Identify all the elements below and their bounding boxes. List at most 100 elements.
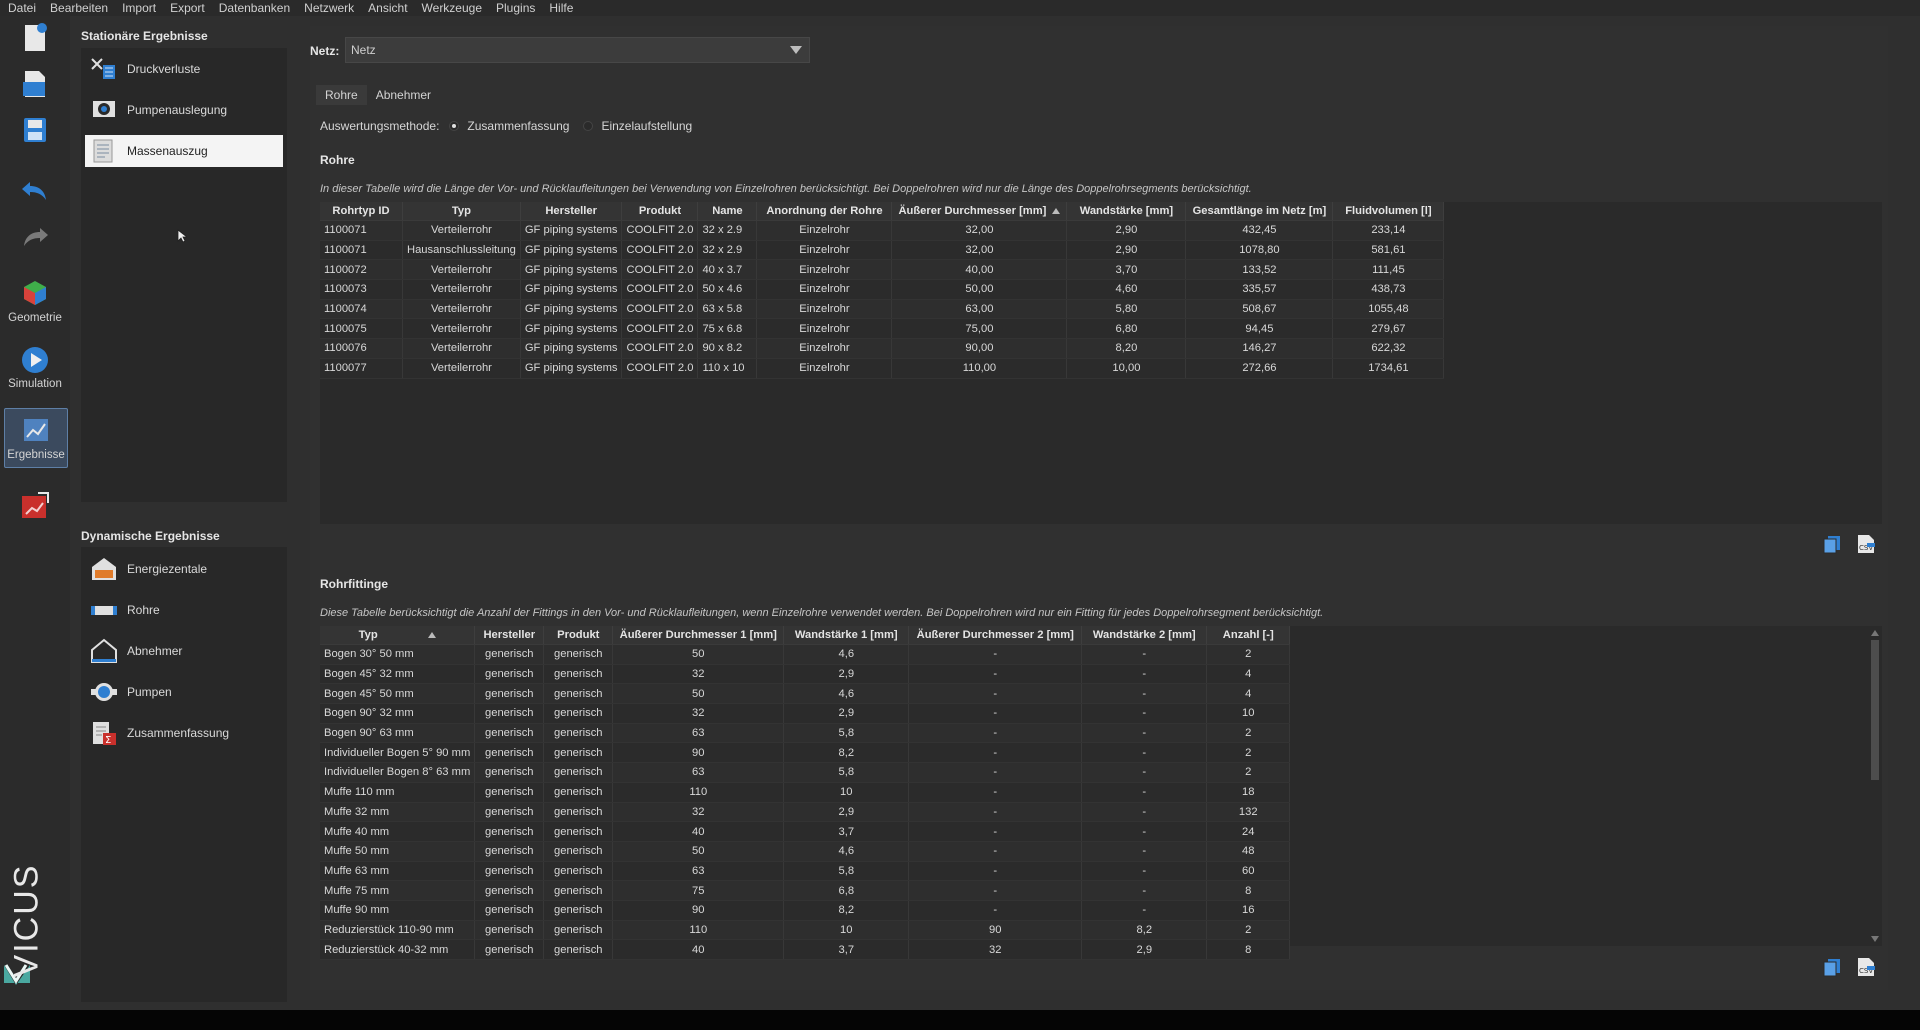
geometry-button[interactable]: Geometrie bbox=[4, 278, 66, 324]
col-wandstaerke[interactable]: Wandstärke [mm] bbox=[1066, 202, 1187, 221]
menu-netzwerk[interactable]: Netzwerk bbox=[297, 0, 361, 16]
table-row[interactable]: 1100074 Verteilerrohr GF piping systems COO… bbox=[320, 299, 1445, 320]
tab-abnehmer[interactable]: Abnehmer bbox=[367, 85, 440, 105]
radio-einzelaufstellung[interactable] bbox=[583, 121, 594, 131]
pipes-csv-export-button[interactable]: CSV bbox=[1853, 531, 1879, 557]
table-row[interactable]: Muffe 32 mm generisch generisch 32 2,9- -132 bbox=[320, 802, 1291, 823]
scroll-up-icon[interactable] bbox=[1871, 630, 1879, 636]
table-row[interactable]: Muffe 50 mm generisch generisch 50 4,6- -48 bbox=[320, 841, 1291, 862]
nav-abnehmer[interactable]: Abnehmer bbox=[85, 635, 283, 667]
fittings-cell: 2 bbox=[1206, 644, 1291, 665]
network-select[interactable]: Netz bbox=[345, 37, 810, 63]
table-row[interactable]: 1100071 Verteilerrohr GF piping systems COO… bbox=[320, 220, 1445, 241]
pipes-cell: 622,32 bbox=[1332, 338, 1445, 359]
undo-button[interactable] bbox=[4, 176, 66, 206]
pipes-cell: GF piping systems bbox=[520, 240, 623, 261]
col-fitting-durchmesser-1[interactable]: Äußerer Durchmesser 1 [mm] bbox=[612, 626, 785, 645]
pipes-copy-button[interactable] bbox=[1819, 531, 1845, 557]
nav-pumpenauslegung[interactable]: Pumpenauslegung bbox=[85, 94, 283, 126]
menu-bearbeiten[interactable]: Bearbeiten bbox=[43, 0, 115, 16]
col-fitting-durchmesser-2[interactable]: Äußerer Durchmesser 2 [mm] bbox=[908, 626, 1083, 645]
menu-hilfe[interactable]: Hilfe bbox=[542, 0, 580, 16]
col-name[interactable]: Name bbox=[697, 202, 758, 221]
pipes-cell: 40,00 bbox=[891, 259, 1068, 281]
menu-ansicht[interactable]: Ansicht bbox=[361, 0, 414, 16]
col-fitting-wandstaerke-1[interactable]: Wandstärke 1 [mm] bbox=[783, 626, 910, 645]
table-row[interactable]: Bogen 45° 50 mm generisch generisch 50 4,6- -… bbox=[320, 683, 1291, 705]
col-typ[interactable]: Typ bbox=[402, 202, 521, 221]
menu-datei[interactable]: Datei bbox=[0, 0, 43, 16]
col-gesamtlaenge[interactable]: Gesamtlänge im Netz [m] bbox=[1185, 202, 1334, 221]
table-row[interactable]: 1100077 Verteilerrohr GF piping systems COO… bbox=[320, 358, 1445, 379]
table-row[interactable]: Muffe 90 mm generisch generisch 90 8,2- -16 bbox=[320, 900, 1291, 921]
table-row[interactable]: Reduzierstück 110-90 mm generisch generisc… bbox=[320, 920, 1291, 941]
nav-rohre[interactable]: Rohre bbox=[85, 594, 283, 626]
menu-werkzeuge[interactable]: Werkzeuge bbox=[415, 0, 489, 16]
col-fitting-anzahl[interactable]: Anzahl [-] bbox=[1206, 626, 1291, 645]
menu-datenbanken[interactable]: Datenbanken bbox=[212, 0, 297, 16]
col-aeusserer-durchmesser[interactable]: Äußerer Durchmesser [mm] bbox=[891, 202, 1068, 221]
table-row[interactable]: Muffe 110 mm generisch generisch 110 10- -18 bbox=[320, 782, 1291, 803]
simulation-icon bbox=[22, 347, 48, 373]
table-row[interactable]: 1100075 Verteilerrohr GF piping systems COO… bbox=[320, 318, 1445, 340]
pipes-cell: Verteilerrohr bbox=[402, 259, 521, 281]
nav-energiezentale[interactable]: Energiezentale bbox=[85, 553, 283, 585]
menu-import[interactable]: Import bbox=[115, 0, 163, 16]
redo-button[interactable] bbox=[4, 222, 66, 252]
col-fluidvolumen[interactable]: Fluidvolumen [l] bbox=[1332, 202, 1445, 221]
table-row[interactable]: Individueller Bogen 5° 90 mm generisch gen… bbox=[320, 742, 1291, 764]
table-row[interactable]: Bogen 30° 50 mm generisch generisch 50 4,6- -… bbox=[320, 644, 1291, 665]
pipes-cell: COOLFIT 2.0 bbox=[621, 358, 699, 379]
table-row[interactable]: 1100072 Verteilerrohr GF piping systems COO… bbox=[320, 259, 1445, 281]
table-row[interactable]: Bogen 90° 63 mm generisch generisch 63 5,8- -… bbox=[320, 723, 1291, 744]
col-fitting-wandstaerke-2[interactable]: Wandstärke 2 [mm] bbox=[1081, 626, 1208, 645]
fittings-cell: generisch bbox=[543, 821, 614, 842]
menu-export[interactable]: Export bbox=[163, 0, 212, 16]
table-row[interactable]: 1100076 Verteilerrohr GF piping systems COO… bbox=[320, 338, 1445, 359]
menu-plugins[interactable]: Plugins bbox=[489, 0, 542, 16]
nav-massenauszug[interactable]: Massenauszug bbox=[85, 135, 283, 167]
radio-zusammenfassung[interactable] bbox=[449, 121, 460, 131]
save-project-button[interactable] bbox=[4, 114, 66, 146]
results-button[interactable]: Ergebnisse bbox=[4, 408, 68, 468]
open-project-button[interactable] bbox=[4, 68, 66, 100]
new-project-button[interactable] bbox=[4, 22, 66, 54]
col-fitting-produkt[interactable]: Produkt bbox=[543, 626, 614, 645]
table-row[interactable]: Individueller Bogen 8° 63 mm generisch gen… bbox=[320, 762, 1291, 783]
geometry-label: Geometrie bbox=[8, 312, 62, 324]
export-results-button[interactable] bbox=[4, 490, 66, 522]
fittings-scrollbar[interactable] bbox=[1870, 628, 1880, 944]
col-fitting-hersteller[interactable]: Hersteller bbox=[474, 626, 545, 645]
col-fitting-typ[interactable]: Typ bbox=[320, 626, 476, 645]
fittings-cell: 5,8 bbox=[783, 762, 910, 783]
table-row[interactable]: Muffe 40 mm generisch generisch 40 3,7- -24 bbox=[320, 821, 1291, 842]
col-anordnung[interactable]: Anordnung der Rohre bbox=[756, 202, 893, 221]
fittings-cell: - bbox=[908, 683, 1083, 705]
table-row[interactable]: 1100071 Hausanschlussleitung GF piping sys… bbox=[320, 240, 1445, 261]
col-rohrtyp-id[interactable]: Rohrtyp ID bbox=[320, 202, 403, 221]
scroll-down-icon[interactable] bbox=[1871, 936, 1879, 942]
fittings-cell: 110 bbox=[612, 920, 785, 941]
radio-einzelaufstellung-label[interactable]: Einzelaufstellung bbox=[601, 119, 692, 133]
table-row[interactable]: 1100073 Verteilerrohr GF piping systems COO… bbox=[320, 279, 1445, 300]
tab-rohre[interactable]: Rohre bbox=[316, 85, 367, 105]
fittings-cell: 32 bbox=[908, 939, 1083, 960]
col-hersteller[interactable]: Hersteller bbox=[520, 202, 623, 221]
table-row[interactable]: Bogen 90° 32 mm generisch generisch 32 2,9- -… bbox=[320, 703, 1291, 724]
result-tabs: Rohre Abnehmer bbox=[316, 85, 440, 105]
table-row[interactable]: Bogen 45° 32 mm generisch generisch 32 2,9- -… bbox=[320, 664, 1291, 685]
mouse-cursor-icon bbox=[177, 229, 187, 243]
table-row[interactable]: Reduzierstück 40-32 mm generisch generisch… bbox=[320, 939, 1291, 960]
nav-druckverluste[interactable]: Druckverluste bbox=[85, 53, 283, 85]
scroll-thumb[interactable] bbox=[1871, 640, 1879, 780]
radio-zusammenfassung-label[interactable]: Zusammenfassung bbox=[467, 119, 569, 133]
col-produkt[interactable]: Produkt bbox=[621, 202, 699, 221]
nav-pumpen[interactable]: Pumpen bbox=[85, 676, 283, 708]
nav-zusammenfassung[interactable]: Σ Zusammenfassung bbox=[85, 717, 283, 749]
fittings-cell: generisch bbox=[474, 742, 545, 764]
fittings-csv-export-button[interactable]: CSV bbox=[1853, 954, 1879, 980]
fittings-copy-button[interactable] bbox=[1819, 954, 1845, 980]
simulation-button[interactable]: Simulation bbox=[4, 344, 66, 390]
table-row[interactable]: Muffe 63 mm generisch generisch 63 5,8- -60 bbox=[320, 861, 1291, 882]
table-row[interactable]: Muffe 75 mm generisch generisch 75 6,8- -8 bbox=[320, 880, 1291, 901]
